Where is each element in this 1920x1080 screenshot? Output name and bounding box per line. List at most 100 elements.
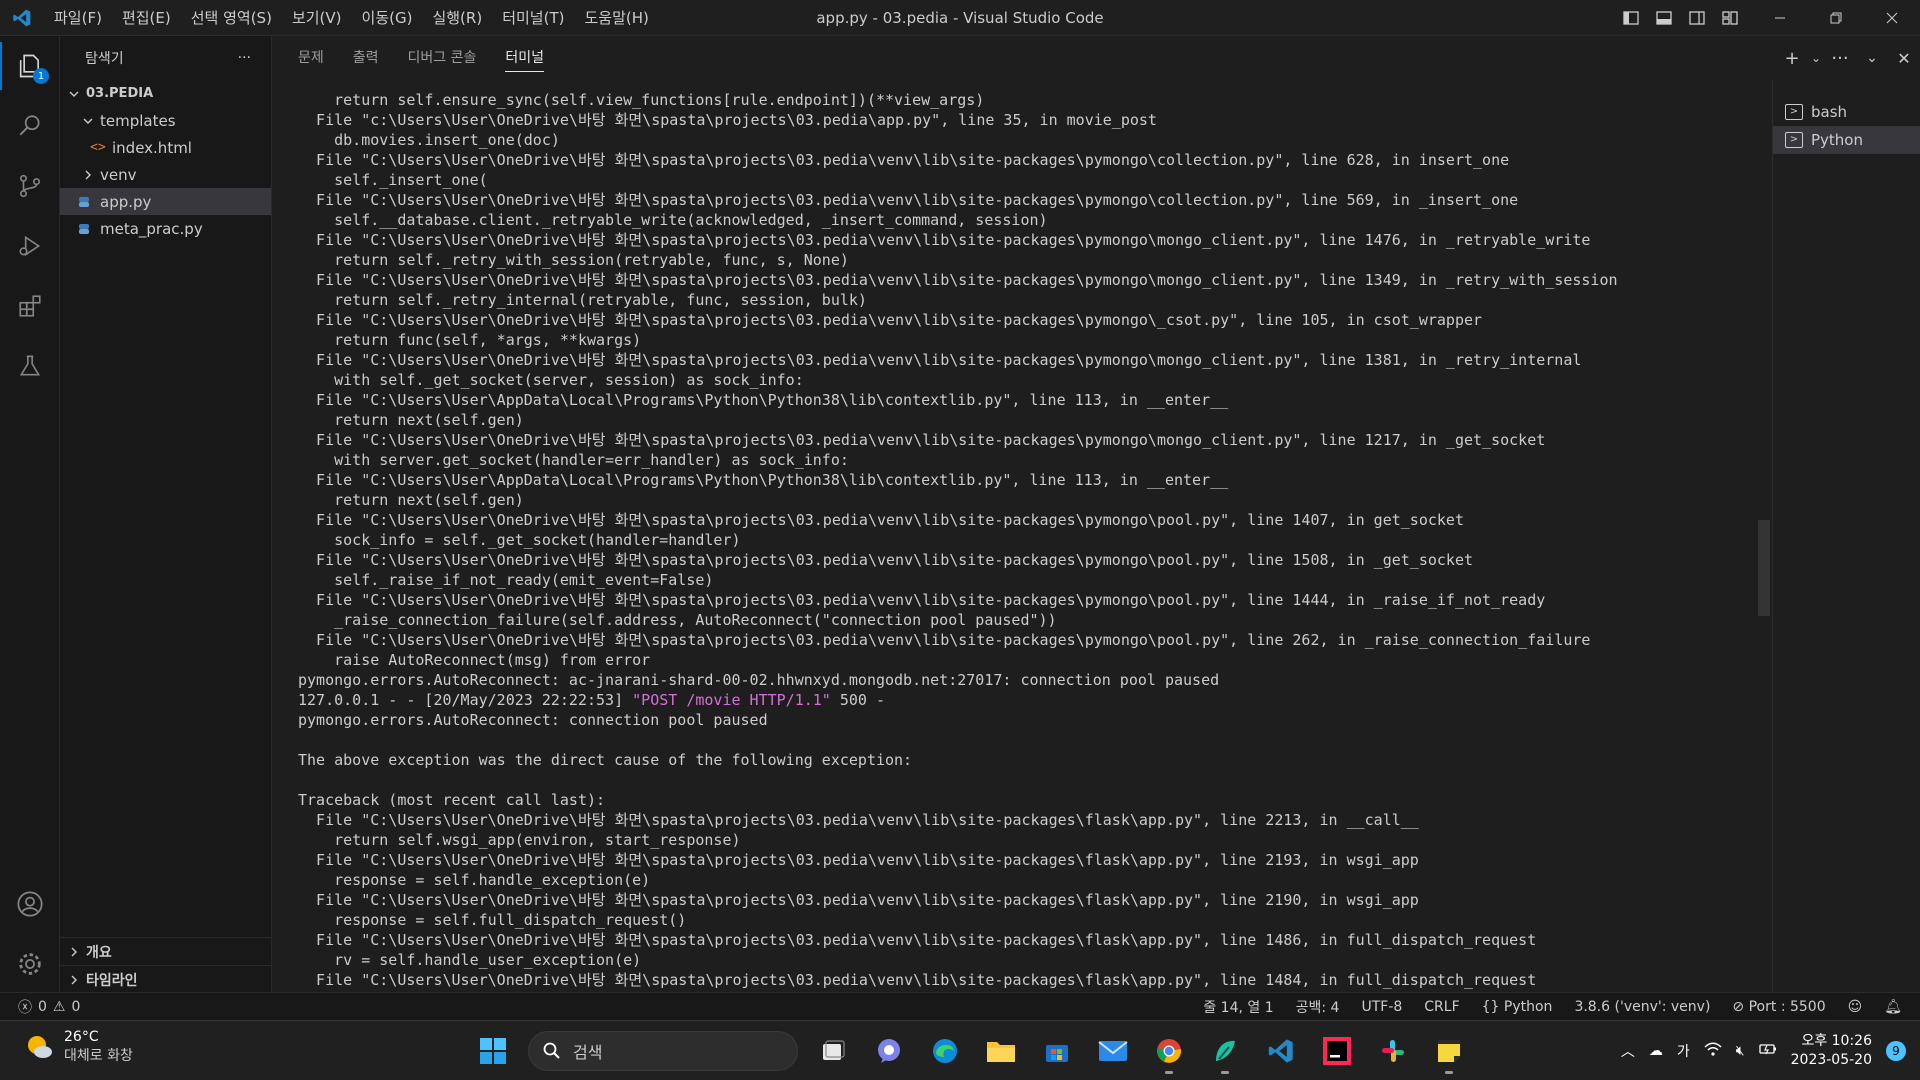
extensions-activity[interactable] (0, 276, 60, 336)
terminal-item-python[interactable]: > Python (1773, 126, 1920, 154)
battery-icon[interactable] (1758, 1042, 1777, 1060)
toggle-sidebar-icon[interactable] (1614, 0, 1647, 36)
speaker-muted-icon[interactable]: 🔇︎ (1736, 1043, 1745, 1059)
teams-chat-app[interactable] (868, 1030, 910, 1072)
input-language[interactable]: 가 (1677, 1041, 1690, 1061)
slack-app[interactable] (1372, 1030, 1414, 1072)
menu-file[interactable]: 파일(F) (44, 0, 112, 36)
terminal-icon: > (1785, 132, 1803, 148)
more-actions-icon[interactable]: ··· (238, 50, 251, 66)
mail-app[interactable] (1092, 1030, 1134, 1072)
testing-activity[interactable] (0, 336, 60, 396)
chevron-right-icon (66, 947, 82, 957)
panel: 문제 출력 디버그 콘솔 터미널 + ⌄ ··· ⌄ ✕ return self… (272, 36, 1920, 992)
menu-view[interactable]: 보기(V) (282, 0, 352, 36)
tree-item-label: templates (100, 111, 176, 130)
sticky-notes-app[interactable] (1428, 1030, 1470, 1074)
no-entry-icon: ⊘ (1732, 999, 1749, 1015)
tree-item-venv[interactable]: venv (60, 161, 271, 188)
tree-item-meta-prac-py[interactable]: meta_prac.py (60, 215, 271, 242)
terminal-scrollbar[interactable] (1758, 520, 1770, 616)
customize-layout-icon[interactable] (1713, 0, 1746, 36)
tab-debug-console[interactable]: 디버그 콘솔 (408, 36, 477, 80)
notification-badge[interactable]: 9 (1886, 1041, 1906, 1061)
cursor-position[interactable]: 줄 14, 열 1 (1203, 997, 1273, 1017)
menu-terminal[interactable]: 터미널(T) (492, 0, 574, 36)
feedback-icon[interactable]: ☺ (1848, 999, 1863, 1015)
outline-section[interactable]: 개요 (60, 937, 272, 965)
edge-icon (933, 1039, 957, 1063)
toggle-panel-icon[interactable] (1647, 0, 1680, 36)
clock[interactable]: 오후 10:26 2023-05-20 (1791, 1032, 1872, 1070)
toggle-secondary-sidebar-icon[interactable] (1680, 0, 1713, 36)
menu-go[interactable]: 이동(G) (352, 0, 423, 36)
onedrive-cloud-icon[interactable]: ☁︎ (1649, 1043, 1663, 1059)
menu-selection[interactable]: 선택 영역(S) (181, 0, 282, 36)
chat-icon (878, 1039, 900, 1063)
tab-output[interactable]: 출력 (353, 36, 379, 80)
tree-item-label: index.html (112, 138, 192, 157)
terminal-line: File "C:\Users\User\OneDrive\바탕 화면\spast… (298, 891, 1419, 909)
terminal-line: _raise_connection_failure(self.address, … (298, 611, 1057, 629)
workspace-folder[interactable]: 03.PEDIA (60, 80, 271, 107)
end-of-line[interactable]: CRLF (1424, 999, 1459, 1015)
more-actions-icon[interactable]: ··· (1824, 48, 1856, 69)
vscode-logo-icon[interactable] (0, 0, 44, 36)
accounts-activity[interactable] (0, 874, 60, 934)
menu-run[interactable]: 실행(R) (422, 0, 492, 36)
log-request: "POST /movie HTTP/1.1" (632, 691, 831, 709)
teal-app-icon (1216, 1040, 1235, 1061)
weather-widget[interactable]: 26°C 대체로 화창 (24, 1029, 133, 1065)
task-view-icon (823, 1040, 845, 1060)
terminal-output[interactable]: return self.ensure_sync(self.view_functi… (298, 90, 1788, 992)
source-control-activity[interactable] (0, 156, 60, 216)
problems-status[interactable]: ⓧ 0 ⚠ 0 (0, 997, 80, 1017)
live-server-port[interactable]: ⊘ Port : 5500 (1732, 999, 1825, 1015)
tree-item-app-py[interactable]: app.py (60, 188, 271, 215)
sidebar-title: 탐색기 (85, 51, 124, 67)
bell-icon[interactable]: 🔔︎ (1884, 999, 1902, 1015)
terminal-line: return self.wsgi_app(environ, start_resp… (298, 831, 741, 849)
close-panel-icon[interactable]: ✕ (1888, 49, 1920, 68)
explorer-activity[interactable]: 1 (0, 36, 60, 96)
tree-item-index-html[interactable]: <> index.html (60, 134, 271, 161)
wifi-icon[interactable] (1704, 1042, 1722, 1060)
chrome-app[interactable] (1148, 1030, 1190, 1074)
timeline-section[interactable]: 타임라인 (60, 965, 272, 993)
manage-activity[interactable] (0, 934, 60, 994)
jetbrains-app[interactable] (1316, 1030, 1358, 1072)
new-terminal-icon[interactable]: + (1776, 48, 1808, 69)
encoding[interactable]: UTF-8 (1361, 999, 1402, 1015)
restore-button[interactable] (1808, 0, 1864, 36)
app-9[interactable] (1204, 1030, 1246, 1074)
taskbar-search[interactable]: 검색 (528, 1031, 798, 1071)
terminal-line: pymongo.errors.AutoReconnect: ac-jnarani… (298, 671, 1220, 689)
terminal-line: File "C:\Users\User\AppData\Local\Progra… (298, 471, 1229, 489)
terminal-line: File "C:\Users\User\OneDrive\바탕 화면\spast… (298, 271, 1618, 289)
tree-item-label: venv (100, 165, 137, 184)
chevron-down-icon[interactable]: ⌄ (1808, 51, 1824, 65)
python-interpreter[interactable]: 3.8.6 ('venv': venv) (1574, 999, 1710, 1015)
terminal-item-bash[interactable]: > bash (1773, 98, 1920, 126)
store-app[interactable] (1036, 1030, 1078, 1072)
tree-item-templates[interactable]: templates (60, 107, 271, 134)
chevron-right-icon (80, 170, 96, 180)
chevron-up-icon[interactable]: ︿ (1621, 1041, 1635, 1061)
search-activity[interactable] (0, 96, 60, 156)
tab-terminal[interactable]: 터미널 (505, 36, 544, 80)
menu-edit[interactable]: 편집(E) (112, 0, 181, 36)
start-button[interactable] (472, 1030, 514, 1072)
indentation[interactable]: 공백: 4 (1296, 997, 1340, 1017)
run-debug-activity[interactable] (0, 216, 60, 276)
tree-item-label: app.py (100, 192, 152, 211)
edge-app[interactable] (924, 1030, 966, 1072)
menu-help[interactable]: 도움말(H) (574, 0, 658, 36)
tab-problems[interactable]: 문제 (298, 36, 324, 80)
vscode-app[interactable] (1260, 1030, 1302, 1072)
close-button[interactable] (1864, 0, 1920, 36)
file-explorer-app[interactable] (980, 1030, 1022, 1072)
task-view-button[interactable] (812, 1030, 854, 1072)
language-mode[interactable]: {} Python (1482, 999, 1553, 1015)
minimize-button[interactable] (1752, 0, 1808, 36)
maximize-panel-icon[interactable]: ⌄ (1856, 50, 1888, 66)
